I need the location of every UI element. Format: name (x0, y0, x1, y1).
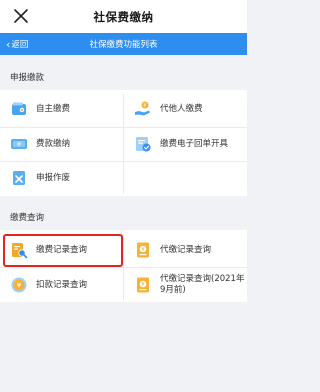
item-label: 缴费记录查询 (36, 244, 88, 255)
item-label: 自主缴费 (36, 103, 71, 114)
page-title: 社保缴费功能列表 (89, 40, 158, 50)
document-void-icon (13, 171, 25, 185)
wallet-icon (12, 102, 26, 115)
svg-text:¥: ¥ (141, 282, 145, 288)
proxy-record-query-item[interactable]: ¥ 代缴记录查询 (124, 233, 247, 267)
e-receipt-item[interactable]: 缴费电子回单开具 (124, 127, 247, 161)
section-title: 缴费查询 (10, 213, 45, 223)
hand-pay-icon: ¥ (135, 101, 150, 116)
item-label: 费款缴纳 (36, 138, 71, 149)
window-title: 社保费缴纳 (93, 9, 154, 24)
deduction-record-query-item[interactable]: ¥ 扣款记录查询 (0, 268, 123, 302)
record-search-icon (12, 243, 28, 259)
svg-text:¥: ¥ (143, 103, 146, 109)
item-label: 扣款记录查询 (36, 279, 88, 290)
svg-text:¥: ¥ (17, 282, 22, 290)
divider (0, 161, 247, 162)
item-label: 缴费电子回单开具 (160, 138, 229, 149)
section-title: 申报缴款 (10, 73, 45, 83)
back-label: 返回 (11, 40, 29, 50)
close-icon[interactable] (12, 7, 30, 25)
nav-bar: ‹ 返回 社保缴费功能列表 (0, 33, 247, 55)
divider (0, 127, 247, 128)
self-pay-item[interactable]: 自主缴费 (0, 92, 123, 126)
section-header-query: 缴费查询 (0, 206, 247, 228)
proxy-record-old-query-item[interactable]: ¥ 代缴记录查询(2021年9月前) (124, 268, 247, 302)
payment-record-query-item[interactable]: 缴费记录查询 (0, 233, 123, 267)
divider (0, 267, 247, 268)
query-function-grid: 缴费记录查询 ¥ 代缴记录查询 ¥ 扣款记录查询 ¥ 代缴记录查询(2021年9… (0, 230, 247, 302)
receipt-check-icon (136, 137, 151, 152)
section-header-declare: 申报缴款 (0, 66, 247, 88)
chevron-left-icon: ‹ (6, 37, 11, 51)
svg-text:¥: ¥ (17, 141, 21, 149)
proxy-record-old-icon: ¥ (137, 277, 149, 293)
declaration-void-item[interactable]: 申报作废 (0, 161, 123, 195)
pay-for-others-item[interactable]: ¥ 代他人缴费 (124, 92, 247, 126)
fee-payment-item[interactable]: ¥ 费款缴纳 (0, 127, 123, 161)
divider (123, 94, 124, 194)
title-bar: 社保费缴纳 (0, 0, 247, 33)
yuan-bill-icon: ¥ (11, 139, 27, 149)
item-label: 代缴记录查询 (160, 244, 212, 255)
back-button[interactable]: ‹ 返回 (6, 33, 28, 55)
yuan-coin-icon: ¥ (11, 277, 27, 293)
item-label: 代他人缴费 (160, 103, 203, 114)
item-label: 代缴记录查询(2021年9月前) (160, 274, 245, 295)
proxy-record-icon: ¥ (137, 242, 149, 258)
declare-function-grid: 自主缴费 ¥ 代他人缴费 ¥ 费款缴纳 缴费电子回单开具 申报作废 (0, 90, 247, 196)
item-label: 申报作废 (36, 172, 71, 183)
svg-text:¥: ¥ (141, 247, 145, 253)
